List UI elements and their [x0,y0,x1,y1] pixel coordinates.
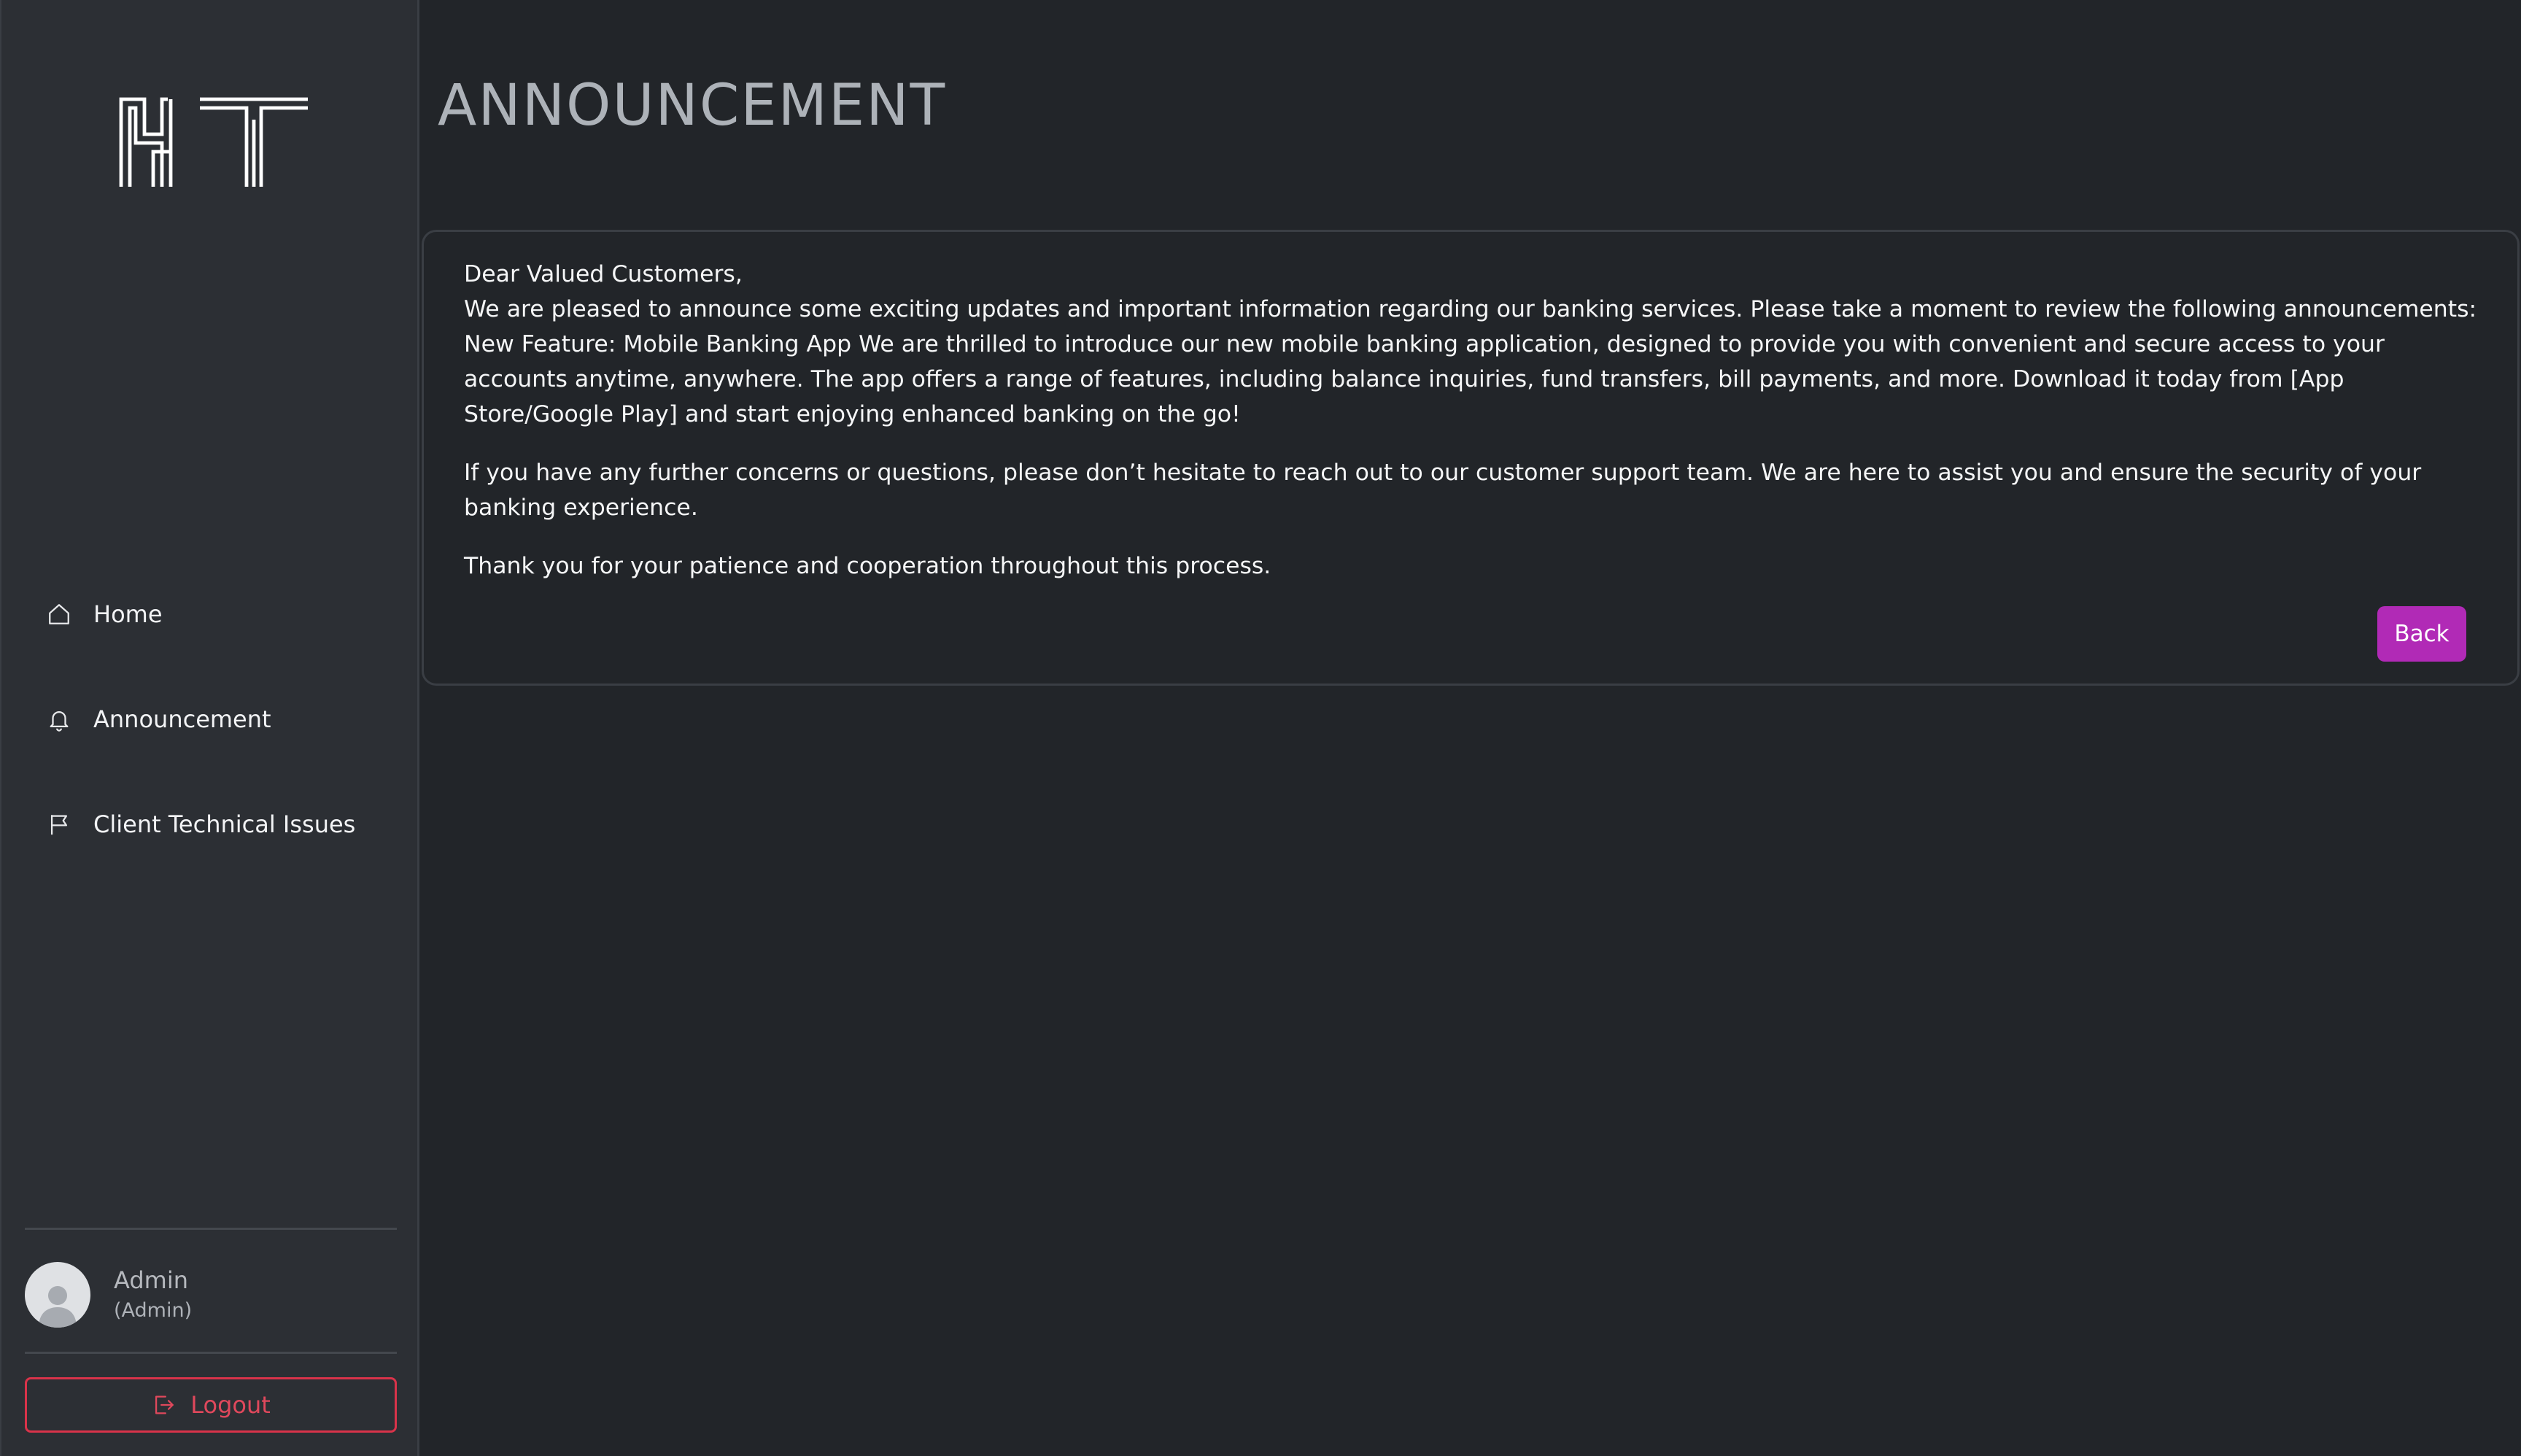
sidebar-item-label: Home [93,600,163,628]
announcement-greeting: Dear Valued Customers, [464,261,743,287]
sidebar-nav: Home Announcement Client Technical Issue… [1,562,417,877]
bell-icon [50,711,69,732]
sidebar-item-client-technical-issues[interactable]: Client Technical Issues [1,772,417,877]
user-profile: Admin (Admin) [25,1262,192,1328]
user-icon [39,1286,77,1328]
announcement-closing: Thank you for your patience and cooperat… [464,553,1271,579]
announcement-support: If you have any further concerns or ques… [464,460,2422,521]
sidebar-item-label: Client Technical Issues [93,810,356,838]
divider [25,1352,397,1354]
logo [119,97,308,187]
home-icon [49,604,69,624]
user-role: (Admin) [114,1299,193,1322]
logout-button[interactable]: Logout [25,1377,397,1433]
sidebar-item-label: Announcement [93,705,271,733]
avatar [25,1262,90,1328]
announcement-card: Dear Valued Customers, We are pleased to… [422,230,2520,686]
divider [25,1228,397,1230]
user-name: Admin [114,1266,188,1294]
logout-icon [155,1395,174,1414]
announcement-body: We are pleased to announce some exciting… [464,296,2477,427]
logout-label: Logout [190,1391,271,1419]
sidebar-item-announcement[interactable]: Announcement [1,667,417,772]
app: Home Announcement Client Technical Issue… [0,0,2521,1456]
page-title: ANNOUNCEMENT [438,73,947,139]
flag-icon [50,815,68,835]
back-button[interactable]: Back [2377,606,2466,662]
sidebar-item-home[interactable]: Home [1,562,417,667]
sidebar: Home Announcement Client Technical Issue… [0,0,419,1456]
